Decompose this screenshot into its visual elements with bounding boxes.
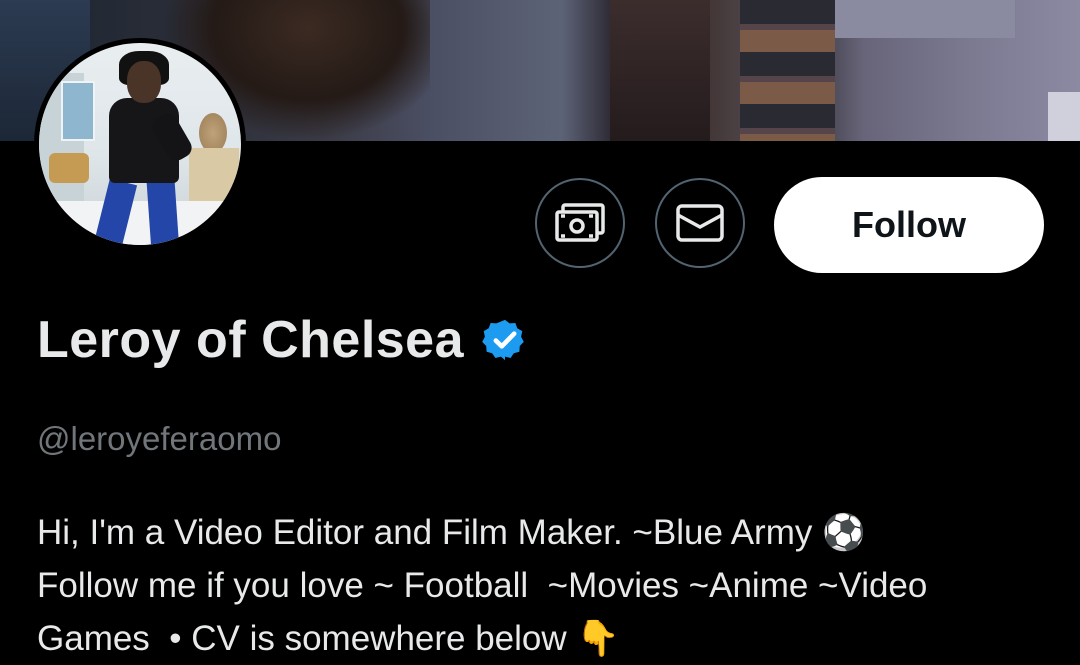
tip-button[interactable] xyxy=(535,178,625,268)
follow-button[interactable]: Follow xyxy=(774,177,1044,273)
profile-avatar[interactable] xyxy=(34,38,246,250)
money-icon xyxy=(555,203,605,242)
banner-region xyxy=(610,0,710,141)
display-name: Leroy of Chelsea xyxy=(37,311,465,369)
envelope-icon xyxy=(676,204,724,242)
banner-region xyxy=(740,0,835,141)
profile-bio: Hi, I'm a Video Editor and Film Maker. ~… xyxy=(37,506,1077,665)
verified-badge-icon[interactable] xyxy=(482,317,528,363)
profile-name-row: Leroy of Chelsea xyxy=(37,310,528,370)
bio-line: Games • CV is somewhere below 👇 xyxy=(37,619,620,658)
message-button[interactable] xyxy=(655,178,745,268)
banner-region xyxy=(1048,92,1080,141)
bio-line: Follow me if you love ~ Football ~Movies… xyxy=(37,566,928,605)
banner-region xyxy=(835,0,1015,38)
avatar-photo xyxy=(39,43,241,245)
bio-line: Hi, I'm a Video Editor and Film Maker. ~… xyxy=(37,513,866,552)
user-handle: @leroyeferaomo xyxy=(37,420,282,457)
